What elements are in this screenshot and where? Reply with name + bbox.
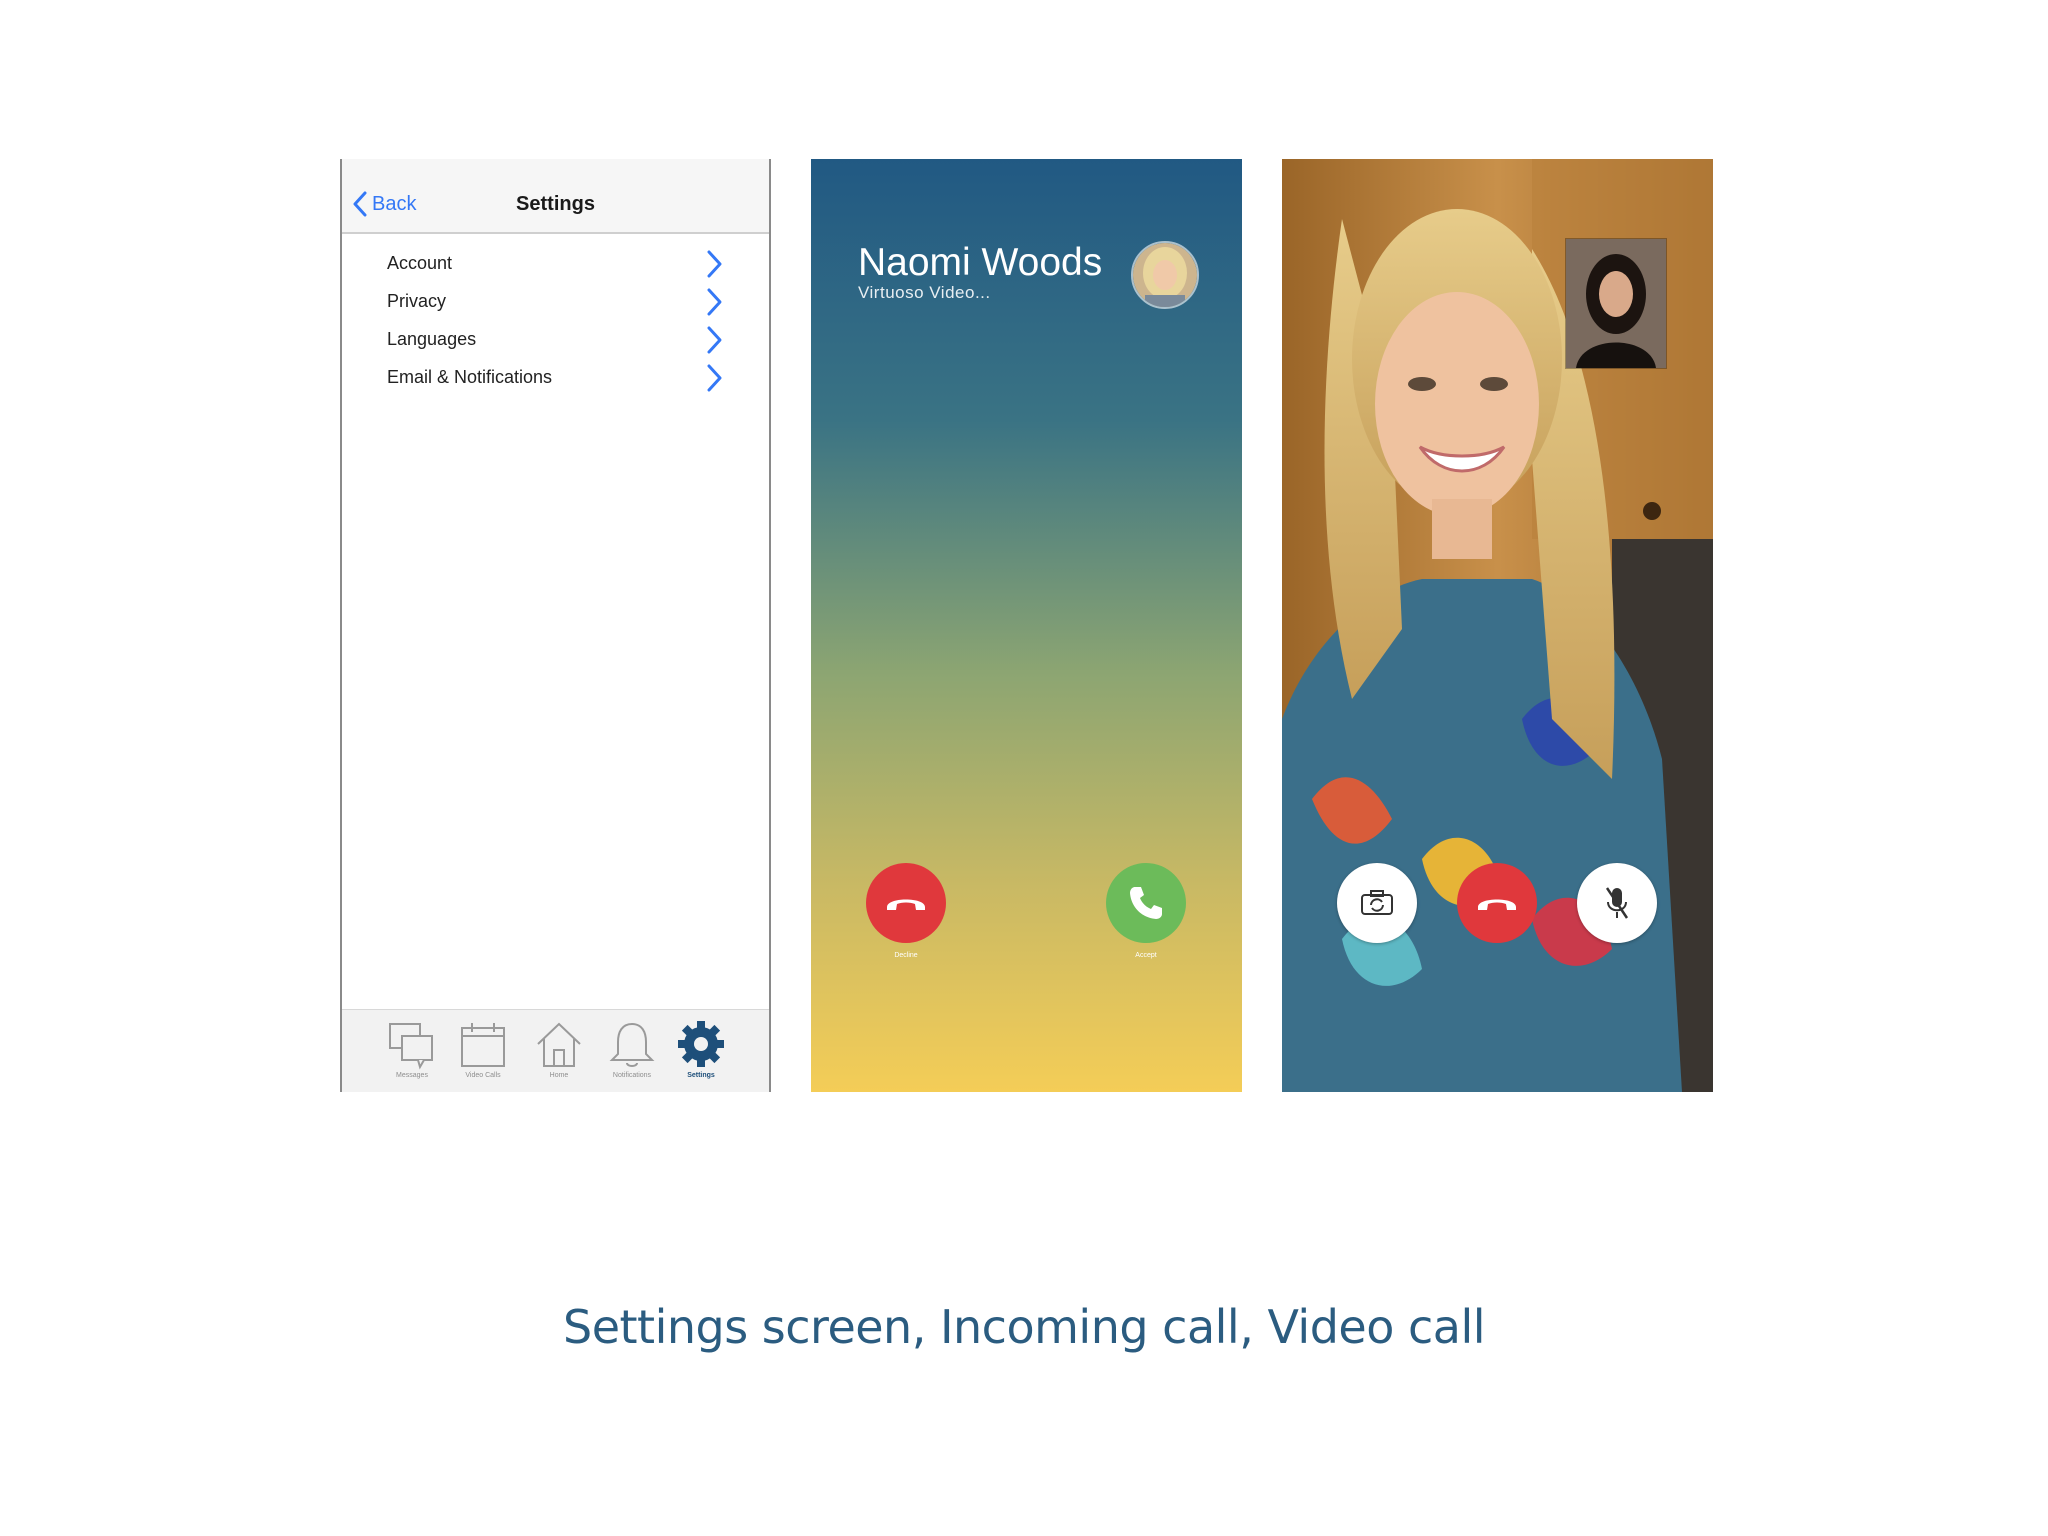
switch-camera-button[interactable] [1337,863,1417,943]
settings-item-label: Email & Notifications [387,367,553,387]
caller-name: Naomi Woods [858,241,1103,284]
chevron-right-icon [707,288,722,316]
settings-item-label: Account [387,253,453,273]
settings-menu: Account Privacy Languages Email & Notifi… [342,247,769,399]
phone-icon [1130,887,1162,919]
hang-up-icon [1478,899,1516,910]
settings-item-languages[interactable]: Languages [342,323,769,361]
tab-bar: Messages Video Calls Home Notifications … [342,1009,769,1092]
settings-item-label: Languages [387,329,477,349]
calendar-icon [461,1023,505,1067]
avatar [1131,241,1199,309]
tab-label: Home [549,1072,569,1079]
chevron-right-icon [707,364,722,392]
tab-home[interactable]: Home [529,1020,589,1079]
video-call-screen [1282,159,1713,1092]
gear-icon [678,1021,724,1067]
self-view-video[interactable] [1565,238,1667,369]
caller-photo [1133,243,1197,307]
page-title: Settings [516,193,595,215]
incoming-call-screen: Naomi Woods Virtuoso Video... Decline Ac… [811,159,1242,1092]
tab-label: Messages [396,1072,428,1079]
tab-video-calls[interactable]: Video Calls [453,1020,513,1079]
chevron-right-icon [707,326,722,354]
settings-item-label: Privacy [387,291,447,311]
decline-label: Decline [894,952,918,959]
mute-button[interactable] [1577,863,1657,943]
navigation-bar: Back Settings [342,159,769,234]
settings-item-privacy[interactable]: Privacy [342,285,769,323]
home-icon [537,1022,581,1067]
slide-caption: Settings screen, Incoming call, Video ca… [563,1300,1486,1354]
accept-button[interactable] [1106,863,1186,943]
bell-icon [609,1022,655,1067]
camera-switch-icon [1361,890,1393,915]
decline-button[interactable] [866,863,946,943]
tab-messages[interactable]: Messages [382,1020,442,1079]
tab-label: Video Calls [465,1072,501,1079]
self-view-photo [1566,239,1666,368]
tab-label: Settings [687,1072,715,1079]
messages-icon [389,1023,433,1070]
hang-up-icon [887,899,925,910]
tab-settings[interactable]: Settings [671,1020,731,1079]
accept-label: Accept [1135,952,1157,959]
mute-mic-icon [1605,887,1629,919]
caller-status: Virtuoso Video... [858,283,991,302]
settings-item-email-notifications[interactable]: Email & Notifications [342,361,769,399]
end-call-button[interactable] [1457,863,1537,943]
tab-notifications[interactable]: Notifications [602,1020,662,1079]
chevron-right-icon [707,250,722,278]
tab-label: Notifications [612,1072,652,1079]
settings-item-account[interactable]: Account [342,247,769,285]
settings-screen: Back Settings Account Privacy Languages … [340,159,771,1092]
